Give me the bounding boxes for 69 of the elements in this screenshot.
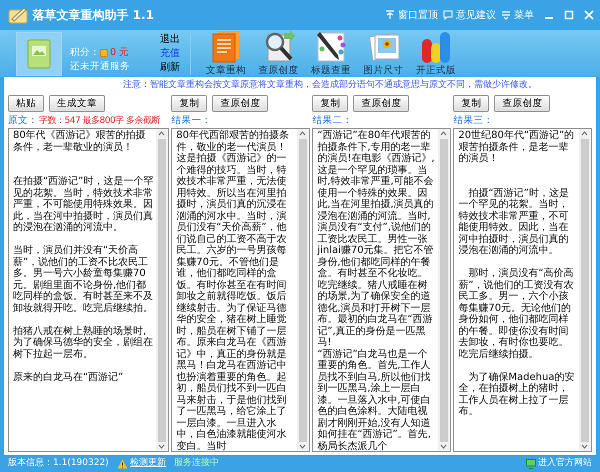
paragraph-text: 80年代《西游记》艰苦的拍摄条件，老一辈敬业的演员！: [13, 130, 147, 153]
scroll-down-icon[interactable]: [440, 444, 448, 449]
account-link[interactable]: 刷新: [160, 60, 180, 74]
action-button[interactable]: 查原创度: [494, 94, 550, 112]
scroll-up-icon[interactable]: [581, 131, 588, 136]
pin-icon: [385, 10, 395, 20]
paragraph-text: 拍摄“西游记”时，这是一个罕见的花絮。当时，特效技术非常严重，不可能使用特效。因此，当在河中拍摄时，演员们真的浸泡在汹涌的河流中。: [458, 188, 570, 256]
toolbar-tool-button[interactable]: 图片尺寸: [358, 28, 408, 78]
text-area[interactable]: [171, 128, 310, 452]
text-area[interactable]: [312, 128, 451, 452]
paragraph-text: “西游记”白龙马也是一个重要的角色。首先,工作人员找不到白马,所以他们找到一匹黑马,涂上一层白漆。一旦落入水中,可使白色的白色涂料。大陆电视剧才刚刚开始,没有人知道如何挂在“西游记”。首先,杨局长杰派几个: [317, 348, 432, 451]
toolbar-tool-button[interactable]: 开正式版: [411, 28, 461, 78]
scroll-down-icon[interactable]: [158, 444, 166, 449]
word-count: 字数：547 最多800字 多余截断: [39, 114, 160, 128]
scrollbar[interactable]: [296, 129, 309, 451]
action-button[interactable]: 粘贴: [8, 94, 44, 112]
paragraph-text: 20世纪80年代“西游记”的艰苦拍摄条件，是老一辈的演员！: [458, 130, 576, 164]
speech-bubble-icon: [443, 10, 453, 20]
warning-icon: [116, 458, 128, 468]
points-label: 积分：: [70, 46, 100, 60]
action-button[interactable]: 生成文章: [49, 94, 105, 112]
points-value: 0 元: [110, 46, 130, 60]
pane-label: 结果三：: [453, 114, 494, 128]
scroll-up-icon[interactable]: [299, 131, 306, 136]
scrollbar[interactable]: [438, 129, 450, 451]
coin-icon: [100, 48, 108, 56]
maximize-icon[interactable]: [564, 10, 574, 20]
notebook-logo-icon: [6, 5, 30, 25]
scroll-down-icon[interactable]: [581, 444, 588, 449]
paragraph-text: “西游记”在80年代艰苦的拍摄条件下,专用的老一辈的演员!在电影《西游记》,这是一个罕见的琐事。当时,特效非常严重,可能不会使用一个特殊的效果。因此,当在河里拍摄,演员真的浸泡在汹涌的河流。当时,演员没有“支付”,说他们的工资比农民工。男性一张jinlai赚70元集。把它不管身份,他们都吃同样的午餐盒。有时甚至不化妆吃。吃完继续。猪八戒睡在树的场景,为了确保安全的道德化,演员和打开树下一层布。最初的白龙马在“西游记”,真正的身份是一匹黑马!: [317, 130, 436, 348]
paragraph-text: 原来的白龙马在“西游记”: [13, 372, 124, 383]
scrollbar-thumb[interactable]: [158, 138, 166, 442]
account-link[interactable]: 充值: [160, 46, 180, 60]
paragraph-text: 为了确保Madehua的安全，在拍摄树上的猪时，工作人员在树上拉了一层布。: [458, 372, 576, 418]
pane-label: 原文：: [8, 114, 38, 128]
scroll-up-icon[interactable]: [440, 131, 448, 136]
action-button[interactable]: 查原创度: [212, 94, 268, 112]
account-link[interactable]: 退出: [160, 32, 180, 46]
action-button[interactable]: 复制: [453, 94, 490, 112]
paragraph-text: 那时，演员没有“高价高薪”，说他们的工资没有农民工多。男一，六个小孩每集赚70元。无论他们的身份如何，他们都吃同样的午餐。即使你没有时间去卸妆，有时你也要吃。吃完后继续拍摄。: [458, 268, 575, 360]
scrollbar-thumb[interactable]: [580, 138, 589, 442]
toolbar-tool-button[interactable]: 标题查重: [306, 28, 356, 78]
paragraph-text: 80年代西部艰苦的拍摄条件，敬业的老一代演员！这是拍摄《西游记》的一个难得的技巧。当时，特效技术非常严重，无法使用特效。所以当在河里拍摄时，演员们真的沉浸在汹涌的河水中。当时，演员们没有“天价高薪”，他们说自己的工资不高于农民工。六岁的一号男孩每集赚70元。不管他们是谁，他们都吃同样的盒饭。有时你甚至在有时间卸妆之前就得吃饭。饭后继续射击。为了保证马德华的安全，猪在树上睡觉时，船员在树下铺了一层布。原来白龙马在《西游记》中，真正的身份就是黑马！白龙马在西游记中也扮演着重要的角色。起初，船员们找不到一匹白马来射击，于是他们找到了一匹黑马，给它涂上了一层白漆。一旦进入水中，白色油漆就能使河水变白。当时: [176, 130, 290, 451]
scrollbar[interactable]: [578, 129, 591, 451]
scrollbar-thumb[interactable]: [440, 138, 448, 442]
action-button[interactable]: 复制: [312, 94, 348, 112]
close-icon[interactable]: [584, 10, 594, 20]
version-info: 版本信息：1.1(190322): [8, 456, 109, 470]
connection-status: 服务连接中: [174, 456, 220, 470]
menu-icon: [501, 10, 511, 20]
scrollbar-thumb[interactable]: [298, 138, 307, 442]
action-button[interactable]: 查原创度: [353, 94, 410, 112]
pane-label: 结果一：: [171, 114, 212, 128]
scroll-down-icon[interactable]: [299, 444, 306, 449]
toolbar-tool-button[interactable]: 查原创度: [254, 28, 304, 78]
paragraph-text: 拍猪八戒在树上熟睡的场景时,为了确保马德华的安全，剧组在树下拉起一层布。: [13, 326, 154, 360]
paragraph-text: 在拍摄“西游记”时，这是一个罕见的花絮。当时，特效技术非常严重，不可能使用特殊效果。因此，当在河中拍摄时，演员们真的浸泡在汹涌的河流中。: [13, 176, 154, 234]
action-button[interactable]: 复制: [171, 94, 208, 112]
text-area[interactable]: [453, 128, 592, 452]
notice-text: 注意：智能文章重构会按文章原意将文章重构，会造成部分语句不通或意思与原文不同，需做少许修改。: [122, 78, 538, 92]
text-area[interactable]: [8, 128, 169, 452]
toolbar-tool-button[interactable]: 文章重构: [201, 28, 251, 78]
monitor-icon: [526, 458, 536, 468]
scrollbar[interactable]: [156, 129, 168, 451]
scroll-up-icon[interactable]: [158, 131, 166, 136]
pane-label: 结果二：: [312, 114, 352, 128]
window-title: 落草文章重构助手 1.1: [32, 7, 154, 24]
service-status: 还未开通服务: [70, 60, 131, 74]
paragraph-text: 当时，演员们并没有“天价高薪”，说他们的工资不比农民工多。男一号六小龄童每集赚70元。剧组里面不论身份,他们都吃同样的盒饭。有时甚至来不及卸妆就得开吃。吃完后继续拍。: [13, 245, 154, 314]
